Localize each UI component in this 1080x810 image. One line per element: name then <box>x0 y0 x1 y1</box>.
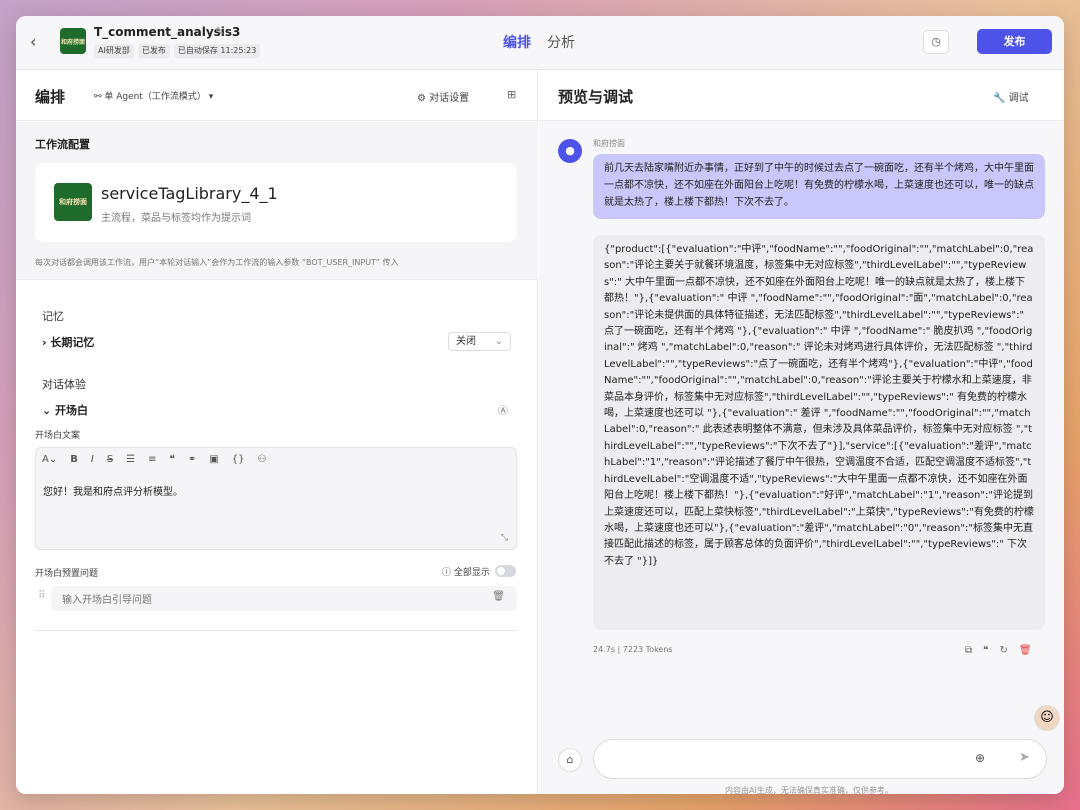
workflow-name: serviceTagLibrary_4_1 <box>101 184 278 203</box>
status-chips: AI研发部 已发布 已自动保存 11:25:23 <box>94 44 261 58</box>
grid-icon[interactable]: ⊞ <box>507 88 516 101</box>
message-actions: ⧉ ❝ ↻ 🗑 <box>965 645 1032 656</box>
top-bar: ‹ 和府捞面 T_comment_analysis3 ✎ AI研发部 已发布 已… <box>16 16 1064 70</box>
chat-input[interactable]: ⊕ ➤ <box>593 739 1047 779</box>
variable-icon[interactable]: ⚇ <box>258 454 267 465</box>
show-all-label: ⓘ 全部显示 <box>442 565 490 578</box>
font-size-icon[interactable]: A⌄ <box>42 454 57 465</box>
arrange-panel: 编排 ⚯ 单 Agent（工作流模式） ▾ ⚙ 对话设置 ⊞ 工作流配置 和府捞… <box>16 71 538 794</box>
ai-generate-icon[interactable]: Ⓐ <box>498 402 508 417</box>
conversation-settings-label: 对话设置 <box>429 93 470 104</box>
preset-question-input[interactable]: 输入开场白引导问题 🗑 <box>51 586 517 611</box>
refresh-icon[interactable]: ↻ <box>1000 645 1008 656</box>
quote-icon[interactable]: ❝ <box>170 454 175 465</box>
user-avatar: ● <box>558 139 582 163</box>
tab-analysis[interactable]: 分析 <box>547 32 575 52</box>
debug-label: 调试 <box>1008 93 1029 104</box>
settings-icon: ⚙ <box>417 93 430 104</box>
debug-button[interactable]: 🔧 调试 <box>993 89 1029 104</box>
workflow-card[interactable]: 和府捞面 serviceTagLibrary_4_1 主流程，菜品与标签均作为提… <box>35 163 517 242</box>
info-icon: ⓘ <box>442 568 454 578</box>
workflow-desc: 主流程，菜品与标签均作为提示词 <box>101 213 251 224</box>
editor-toolbar: A⌄ B I S ☰ ≡ ❝ ⚭ ▣ {} ⚇ <box>42 454 266 465</box>
edit-icon[interactable]: ✎ <box>215 25 224 38</box>
resize-icon[interactable]: ⤡ <box>501 533 508 543</box>
bot-avatar[interactable]: ☺ <box>1034 705 1060 731</box>
wrench-icon: 🔧 <box>993 93 1009 104</box>
bold-icon[interactable]: B <box>70 454 78 465</box>
trash-icon[interactable]: 🗑 <box>492 591 505 602</box>
preview-header: 预览与调试 🔧 调试 <box>539 71 1064 121</box>
publish-button[interactable]: 发布 <box>977 29 1052 54</box>
opening-label: 开场白 <box>55 404 89 417</box>
conversation-experience-title: 对话体验 <box>42 378 86 391</box>
link-icon[interactable]: ⚭ <box>188 454 196 465</box>
memory-title: 记忆 <box>42 310 64 323</box>
history-icon[interactable]: ◷ <box>923 30 949 54</box>
opening-section-toggle[interactable]: ⌄ 开场白 <box>42 402 88 418</box>
conversation-settings-button[interactable]: ⚙ 对话设置 <box>417 89 469 104</box>
autosave-chip: 已自动保存 11:25:23 <box>173 44 261 58</box>
code-icon[interactable]: {} <box>232 454 245 465</box>
numbered-list-icon[interactable]: ≡ <box>148 454 156 465</box>
workflow-mode-icon: ⚯ <box>94 92 105 102</box>
caret-down-icon: ▾ <box>205 92 214 102</box>
clear-context-icon[interactable]: ⌂ <box>558 748 582 772</box>
delete-icon[interactable]: 🗑 <box>1019 645 1032 656</box>
image-icon[interactable]: ▣ <box>209 454 218 465</box>
arrange-title: 编排 <box>35 88 66 106</box>
long-term-memory-select[interactable]: 关闭 ⌄ <box>448 332 511 351</box>
workflow-note: 每次对话都会调用该工作流，用户“本轮对话输入”会作为工作流的输入参数 “BOT_… <box>35 258 399 267</box>
arrange-header: 编排 ⚯ 单 Agent（工作流模式） ▾ ⚙ 对话设置 ⊞ <box>16 71 537 121</box>
response-meta: 24.7s | 7223 Tokens <box>593 645 673 654</box>
preview-panel: 预览与调试 🔧 调试 ● 和府捞面 前几天去陆家嘴附近办事情，正好到了中午的时候… <box>539 71 1064 794</box>
opening-text: 您好！我是和府点评分析模型。 <box>43 487 183 498</box>
app-logo: 和府捞面 <box>60 28 86 54</box>
opening-text-label: 开场白文案 <box>35 431 81 441</box>
long-term-memory-label: 长期记忆 <box>50 336 95 349</box>
strikethrough-icon[interactable]: S <box>107 454 113 465</box>
italic-icon[interactable]: I <box>91 454 94 465</box>
user-message: 前几天去陆家嘴附近办事情，正好到了中午的时候过去点了一碗面吃，还有半个烤鸡，大中… <box>593 154 1045 219</box>
tab-arrange[interactable]: 编排 <box>503 32 531 52</box>
published-chip: 已发布 <box>137 44 170 58</box>
workflow-config-title: 工作流配置 <box>35 138 90 151</box>
chevron-left-icon[interactable]: ‹ <box>30 32 46 52</box>
drag-handle-icon[interactable]: ⠿ <box>38 590 45 601</box>
select-caret-icon: ⌄ <box>494 336 503 347</box>
preview-title: 预览与调试 <box>558 88 634 106</box>
preset-question-placeholder: 输入开场白引导问题 <box>62 595 152 606</box>
workflow-logo: 和府捞面 <box>54 183 92 221</box>
agent-mode-select[interactable]: ⚯ 单 Agent（工作流模式） ▾ <box>94 89 213 102</box>
opening-text-editor[interactable]: A⌄ B I S ☰ ≡ ❝ ⚭ ▣ {} ⚇ 您好！我是和府点评分析模型。 ⤡ <box>35 447 517 550</box>
user-name: 和府捞面 <box>593 139 625 148</box>
show-all-toggle[interactable] <box>495 565 516 577</box>
divider <box>35 630 517 631</box>
bot-message: {"product":[{"evaluation":"中评","foodName… <box>593 235 1045 630</box>
send-icon[interactable]: ➤ <box>1019 750 1030 765</box>
bullet-list-icon[interactable]: ☰ <box>126 454 135 465</box>
preset-questions-label: 开场白预置问题 <box>35 569 99 579</box>
team-chip: AI研发部 <box>94 44 134 58</box>
workflow-config-section: 工作流配置 和府捞面 serviceTagLibrary_4_1 主流程，菜品与… <box>16 122 538 280</box>
mode-tabs: 编排 分析 <box>503 32 575 52</box>
agent-mode-label: 单 Agent（工作流模式） <box>104 92 206 102</box>
ai-disclaimer: 内容由AI生成，无法确保真实准确，仅供参考。 <box>725 786 893 794</box>
app-window: ‹ 和府捞面 T_comment_analysis3 ✎ AI研发部 已发布 已… <box>16 16 1064 794</box>
show-all-text: 全部显示 <box>453 568 490 578</box>
quote-icon[interactable]: ❝ <box>983 645 988 656</box>
long-term-memory-value: 关闭 <box>456 336 476 347</box>
chevron-down-icon: ⌄ <box>42 404 56 417</box>
long-term-memory-toggle[interactable]: › 长期记忆 <box>42 334 94 350</box>
add-icon[interactable]: ⊕ <box>975 751 985 765</box>
copy-icon[interactable]: ⧉ <box>965 645 972 656</box>
